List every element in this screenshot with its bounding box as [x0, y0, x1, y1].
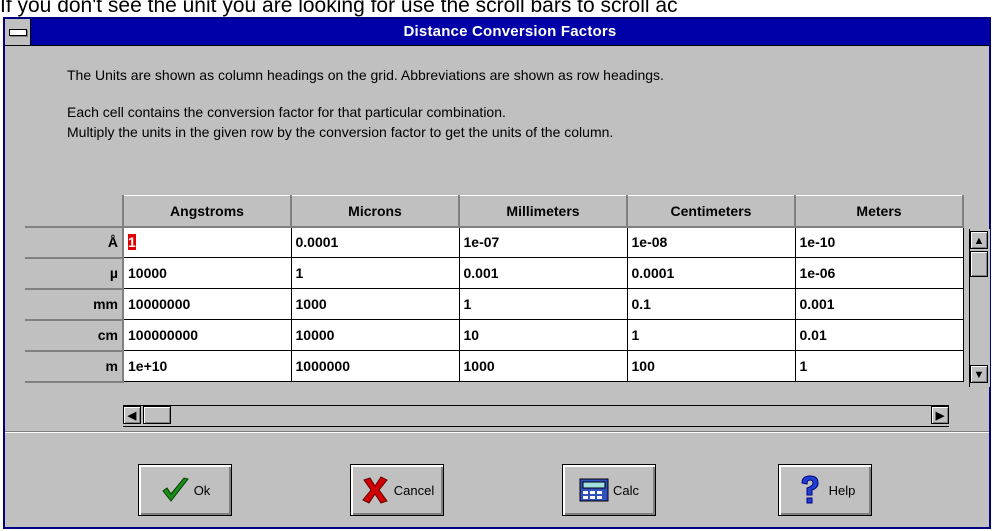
- help-button[interactable]: Help: [778, 464, 872, 516]
- conversion-grid: Angstroms Microns Millimeters Centimeter…: [25, 195, 971, 401]
- system-menu-icon: [9, 29, 27, 36]
- grid-cell[interactable]: 1000000: [291, 350, 460, 382]
- divider: [5, 431, 989, 433]
- vertical-scrollbar[interactable]: ▲ ▼: [969, 229, 990, 387]
- grid-cell[interactable]: 1e-06: [795, 257, 964, 289]
- arrow-right-icon: ▶: [935, 410, 945, 422]
- column-header[interactable]: Meters: [794, 195, 964, 228]
- cancel-label: Cancel: [393, 482, 435, 498]
- cancel-button[interactable]: Cancel: [350, 464, 444, 516]
- row-header[interactable]: Å: [25, 226, 124, 259]
- horizontal-scrollbar[interactable]: ◀ ▶: [123, 405, 949, 427]
- column-header[interactable]: Angstroms: [122, 195, 292, 228]
- cell-value: 1: [128, 234, 136, 251]
- arrow-up-icon: ▲: [973, 235, 985, 247]
- table-row: m 1e+10 1000000 1000 100 1: [25, 350, 964, 383]
- window-title: Distance Conversion Factors: [403, 23, 617, 40]
- grid-cell[interactable]: 0.1: [627, 288, 796, 320]
- row-header[interactable]: mm: [25, 288, 124, 321]
- title-bar: Distance Conversion Factors: [5, 19, 989, 46]
- arrow-left-icon: ◀: [127, 410, 137, 422]
- row-header[interactable]: m: [25, 350, 124, 383]
- table-row: mm 10000000 1000 1 0.1 0.001: [25, 288, 964, 321]
- scroll-left-button[interactable]: ◀: [123, 406, 141, 424]
- description-line-2: Each cell contains the conversion factor…: [67, 104, 506, 120]
- checkmark-icon: [160, 475, 190, 505]
- grid-cell[interactable]: 100000000: [123, 319, 292, 351]
- scroll-right-button[interactable]: ▶: [931, 406, 949, 424]
- grid-cell[interactable]: 1000: [291, 288, 460, 320]
- vertical-scroll-thumb[interactable]: [970, 251, 988, 277]
- table-row: µ 10000 1 0.001 0.0001 1e-06: [25, 257, 964, 290]
- ok-button[interactable]: Ok: [138, 464, 232, 516]
- grid-cell[interactable]: 1: [795, 350, 964, 382]
- conversion-dialog: Distance Conversion Factors The Units ar…: [3, 17, 991, 529]
- grid-cell[interactable]: 0.001: [459, 257, 628, 289]
- grid-cell[interactable]: 10: [459, 319, 628, 351]
- table-row: cm 100000000 10000 10 1 0.01: [25, 319, 964, 352]
- red-x-icon: [360, 475, 390, 505]
- ok-label: Ok: [193, 482, 211, 498]
- grid-cell[interactable]: 0.01: [795, 319, 964, 351]
- scroll-down-button[interactable]: ▼: [970, 365, 988, 383]
- grid-cell[interactable]: 0.0001: [291, 226, 460, 258]
- system-menu-button[interactable]: [5, 19, 31, 45]
- grid-cell[interactable]: 1: [459, 288, 628, 320]
- grid-cell-selected[interactable]: 1: [123, 226, 292, 258]
- grid-cell[interactable]: 0.0001: [627, 257, 796, 289]
- scroll-up-button[interactable]: ▲: [970, 231, 988, 249]
- horizontal-scroll-thumb[interactable]: [143, 406, 171, 424]
- grid-corner: [25, 195, 124, 228]
- grid-cell[interactable]: 1: [291, 257, 460, 289]
- column-header[interactable]: Millimeters: [458, 195, 628, 228]
- table-row: Å 1 0.0001 1e-07 1e-08 1e-10: [25, 226, 964, 259]
- row-header[interactable]: cm: [25, 319, 124, 352]
- grid-cell[interactable]: 100: [627, 350, 796, 382]
- grid-cell[interactable]: 1e+10: [123, 350, 292, 382]
- grid-cell[interactable]: 0.001: [795, 288, 964, 320]
- grid-cell[interactable]: 1e-10: [795, 226, 964, 258]
- row-header[interactable]: µ: [25, 257, 124, 290]
- description-line-1: The Units are shown as column headings o…: [67, 67, 664, 83]
- grid-cell[interactable]: 10000: [291, 319, 460, 351]
- conversion-table: Angstroms Microns Millimeters Centimeter…: [25, 195, 964, 383]
- grid-cell[interactable]: 1e-08: [627, 226, 796, 258]
- column-header[interactable]: Centimeters: [626, 195, 796, 228]
- calc-label: Calc: [612, 482, 639, 498]
- column-header[interactable]: Microns: [290, 195, 460, 228]
- calc-button[interactable]: Calc: [562, 464, 656, 516]
- help-label: Help: [828, 482, 856, 498]
- arrow-down-icon: ▼: [973, 369, 985, 381]
- grid-cell[interactable]: 1e-07: [459, 226, 628, 258]
- grid-cell[interactable]: 1: [627, 319, 796, 351]
- calculator-icon: [579, 475, 609, 505]
- description-line-3: Multiply the units in the given row by t…: [67, 124, 614, 140]
- question-mark-icon: [795, 475, 825, 505]
- grid-cell[interactable]: 1000: [459, 350, 628, 382]
- grid-cell[interactable]: 10000: [123, 257, 292, 289]
- grid-cell[interactable]: 10000000: [123, 288, 292, 320]
- instruction-caption: If you don't see the unit you are lookin…: [0, 0, 678, 17]
